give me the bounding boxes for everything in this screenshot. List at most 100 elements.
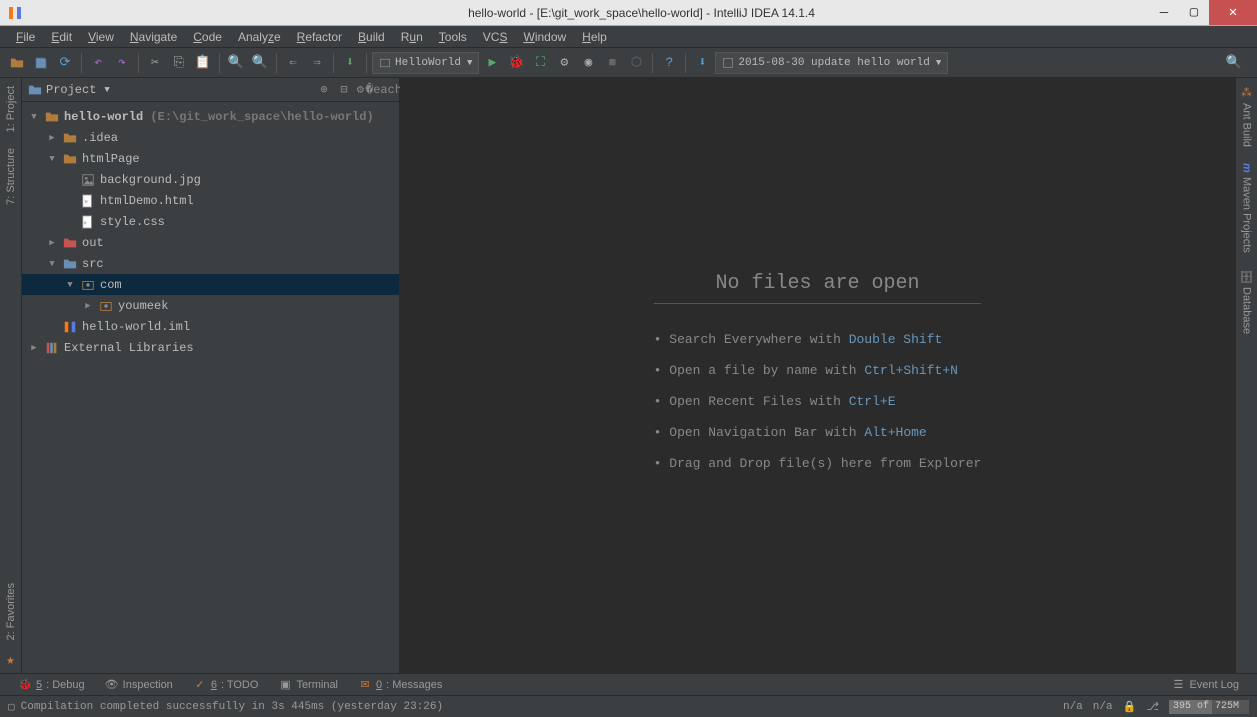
tool-tab-project[interactable]: 1: Project bbox=[3, 78, 19, 140]
status-encoding-2[interactable]: n/a bbox=[1093, 701, 1113, 713]
run-icon[interactable]: ▶ bbox=[481, 52, 503, 74]
tree-row[interactable]: HhtmlDemo.html bbox=[22, 190, 399, 211]
tree-row[interactable]: out bbox=[22, 232, 399, 253]
tree-row[interactable]: .idea bbox=[22, 127, 399, 148]
make-project-icon[interactable]: ⬇ bbox=[339, 52, 361, 74]
tool-tab-ant[interactable]: ⁂ Ant Build bbox=[1238, 78, 1255, 155]
project-tree[interactable]: hello-world (E:\git_work_space\hello-wor… bbox=[22, 102, 399, 673]
tree-row[interactable]: src bbox=[22, 253, 399, 274]
menu-vcs[interactable]: VCS bbox=[475, 28, 516, 46]
forward-icon[interactable]: ⇒ bbox=[306, 52, 328, 74]
copy-icon[interactable]: ⎘ bbox=[168, 52, 190, 74]
tree-row[interactable]: #style.css bbox=[22, 211, 399, 232]
editor-hint: Open Recent Files with Ctrl+E bbox=[654, 386, 982, 417]
tool-tab-maven[interactable]: m Maven Projects bbox=[1239, 155, 1255, 261]
tree-row[interactable]: External Libraries bbox=[22, 337, 399, 358]
tree-arrow-icon[interactable] bbox=[28, 343, 40, 353]
status-icon[interactable]: ▢ bbox=[8, 700, 15, 714]
tree-row[interactable]: hello-world.iml bbox=[22, 316, 399, 337]
menu-window[interactable]: Window bbox=[515, 28, 574, 46]
vcs-update-icon[interactable]: ⬇ bbox=[691, 52, 713, 74]
redo-icon[interactable]: ↷ bbox=[111, 52, 133, 74]
sync-icon[interactable]: ⟳ bbox=[54, 52, 76, 74]
search-everywhere-icon[interactable]: 🔍 bbox=[1223, 52, 1245, 74]
hide-panel-icon[interactable]: �each bbox=[375, 81, 393, 99]
tree-arrow-icon[interactable] bbox=[46, 133, 58, 143]
package-icon bbox=[98, 298, 114, 314]
html-icon: H bbox=[80, 193, 96, 209]
save-all-icon[interactable] bbox=[30, 52, 52, 74]
folder-icon bbox=[62, 151, 78, 167]
back-icon[interactable]: ⇐ bbox=[282, 52, 304, 74]
tool-tab-label: Database bbox=[1241, 287, 1253, 334]
tool-tab-structure[interactable]: 7: Structure bbox=[3, 140, 19, 213]
tab-terminal[interactable]: ▣Terminal bbox=[268, 678, 348, 692]
tab-inspection[interactable]: 👁Inspection bbox=[95, 678, 183, 692]
tree-arrow-icon[interactable] bbox=[46, 238, 58, 248]
minimize-button[interactable]: — bbox=[1149, 0, 1179, 25]
image-icon bbox=[80, 172, 96, 188]
undo-icon[interactable]: ↶ bbox=[87, 52, 109, 74]
editor-area[interactable]: No files are open Search Everywhere with… bbox=[400, 78, 1235, 673]
paste-icon[interactable]: 📋 bbox=[192, 52, 214, 74]
profile-icon[interactable]: ⚙ bbox=[553, 52, 575, 74]
debug-icon[interactable]: 🐞 bbox=[505, 52, 527, 74]
menu-edit[interactable]: Edit bbox=[43, 28, 80, 46]
toolbar-separator bbox=[276, 53, 277, 73]
menu-code[interactable]: Code bbox=[185, 28, 230, 46]
tab-debug[interactable]: 🐞5: Debug bbox=[8, 678, 95, 692]
tree-row[interactable]: com bbox=[22, 274, 399, 295]
open-file-icon[interactable] bbox=[6, 52, 28, 74]
tool-tab-label: 1: Project bbox=[5, 86, 17, 132]
run-config-selector[interactable]: HelloWorld ▼ bbox=[372, 52, 479, 74]
tool-tab-label: 7: Structure bbox=[5, 148, 17, 205]
menu-tools[interactable]: Tools bbox=[431, 28, 475, 46]
memory-indicator[interactable]: 395 of 725M bbox=[1169, 700, 1249, 714]
find-icon[interactable]: 🔍 bbox=[225, 52, 247, 74]
status-lock-icon[interactable]: 🔒 bbox=[1123, 700, 1137, 714]
status-git-icon[interactable]: ⎇ bbox=[1146, 700, 1159, 714]
menu-analyze[interactable]: Analyze bbox=[230, 28, 289, 46]
tree-arrow-icon[interactable] bbox=[28, 112, 40, 122]
cut-icon[interactable]: ✂ bbox=[144, 52, 166, 74]
attach-icon[interactable]: ◉ bbox=[577, 52, 599, 74]
menu-run[interactable]: Run bbox=[393, 28, 431, 46]
tree-arrow-icon[interactable] bbox=[46, 259, 58, 269]
project-panel-title[interactable]: Project ▼ bbox=[28, 83, 110, 97]
tree-row[interactable]: hello-world (E:\git_work_space\hello-wor… bbox=[22, 106, 399, 127]
menu-view[interactable]: View bbox=[80, 28, 122, 46]
maximize-button[interactable]: ▢ bbox=[1179, 0, 1209, 25]
android-icon[interactable]: ⬡ bbox=[625, 52, 647, 74]
right-tool-gutter: ⁂ Ant Build m Maven Projects 🗄 Database bbox=[1235, 78, 1257, 673]
tree-row[interactable]: youmeek bbox=[22, 295, 399, 316]
tab-messages[interactable]: ✉0: Messages bbox=[348, 678, 452, 692]
menu-file[interactable]: File bbox=[8, 28, 43, 46]
menu-help[interactable]: Help bbox=[574, 28, 615, 46]
tree-label: style.css bbox=[100, 215, 165, 229]
collapse-all-icon[interactable]: ⊟ bbox=[335, 81, 353, 99]
tree-row[interactable]: htmlPage bbox=[22, 148, 399, 169]
tab-todo[interactable]: ✓6: TODO bbox=[183, 678, 269, 692]
tree-arrow-icon[interactable] bbox=[64, 280, 76, 290]
tool-tab-database[interactable]: 🗄 Database bbox=[1238, 261, 1255, 342]
close-button[interactable]: ✕ bbox=[1209, 0, 1257, 25]
tree-row[interactable]: background.jpg bbox=[22, 169, 399, 190]
status-encoding-1[interactable]: n/a bbox=[1063, 701, 1083, 713]
menu-navigate[interactable]: Navigate bbox=[122, 28, 185, 46]
tab-event-log[interactable]: ☰Event Log bbox=[1161, 678, 1249, 692]
coverage-icon[interactable]: ⛶ bbox=[529, 52, 551, 74]
tool-tab-label: 2: Favorites bbox=[5, 583, 17, 640]
main-area: 1: Project 7: Structure 2: Favorites ★ P… bbox=[0, 78, 1257, 673]
menu-build[interactable]: Build bbox=[350, 28, 393, 46]
stop-icon[interactable]: ■ bbox=[601, 52, 623, 74]
toolbar-separator bbox=[652, 53, 653, 73]
replace-icon[interactable]: 🔍 bbox=[249, 52, 271, 74]
toolbar-separator bbox=[138, 53, 139, 73]
help-icon[interactable]: ? bbox=[658, 52, 680, 74]
vcs-changelist-selector[interactable]: 2015-08-30 update hello world ▼ bbox=[715, 52, 948, 74]
menu-refactor[interactable]: Refactor bbox=[289, 28, 350, 46]
tree-arrow-icon[interactable] bbox=[82, 301, 94, 311]
tree-arrow-icon[interactable] bbox=[46, 154, 58, 164]
scroll-from-source-icon[interactable]: ⊕ bbox=[315, 81, 333, 99]
tool-tab-favorites[interactable]: 2: Favorites bbox=[3, 575, 19, 648]
